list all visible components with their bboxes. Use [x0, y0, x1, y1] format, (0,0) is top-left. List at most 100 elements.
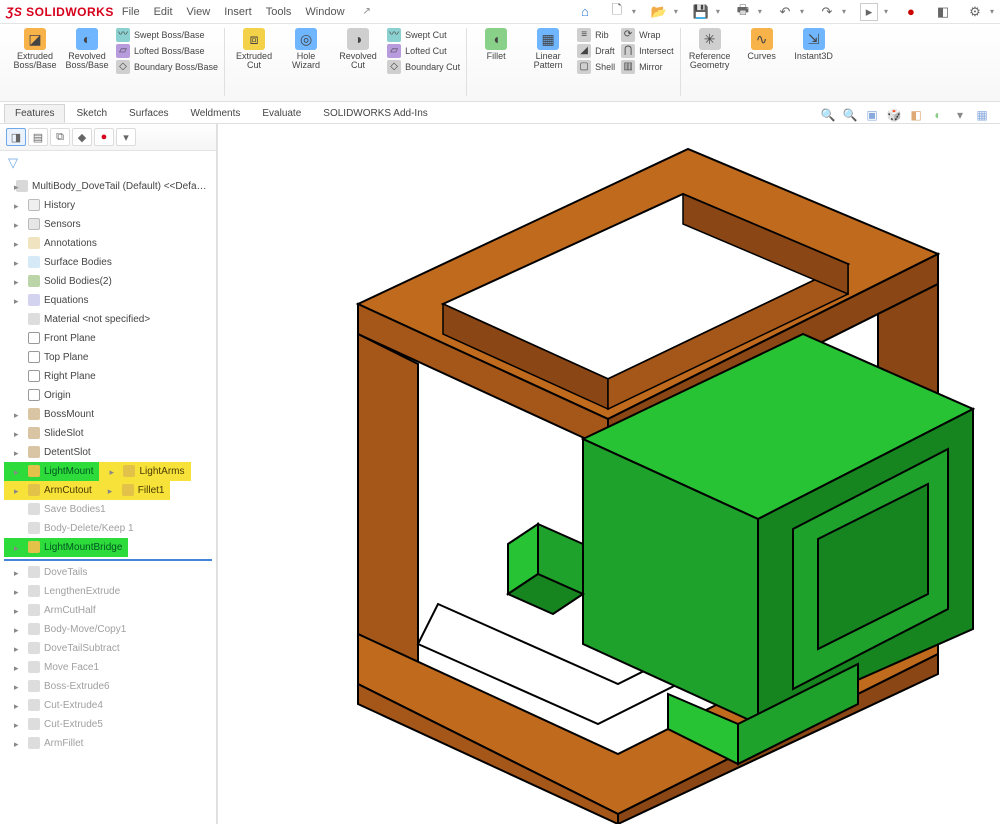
- tree-item[interactable]: DoveTailSubtract: [4, 639, 212, 658]
- extruded-cut-button[interactable]: ⧈Extruded Cut: [231, 28, 277, 71]
- reference-geometry-button[interactable]: ✳Reference Geometry: [687, 28, 733, 71]
- lofted-boss-button[interactable]: ▱Lofted Boss/Base: [116, 44, 218, 58]
- draft-button[interactable]: ◢Draft: [577, 44, 615, 58]
- tab-addins[interactable]: SOLIDWORKS Add-Ins: [312, 104, 438, 123]
- revolved-cut-button[interactable]: ◑Revolved Cut: [335, 28, 381, 71]
- tree-item-icon: [28, 218, 40, 230]
- tree-item[interactable]: Save Bodies1: [4, 500, 212, 519]
- tree-filter[interactable]: ▽: [0, 151, 216, 175]
- appearance-icon[interactable]: ▾: [952, 107, 968, 123]
- tree-item[interactable]: BossMount: [4, 405, 212, 424]
- undo-icon[interactable]: ↶: [776, 3, 794, 21]
- swept-boss-button[interactable]: 〰Swept Boss/Base: [116, 28, 218, 42]
- scene-icon[interactable]: ▦: [974, 107, 990, 123]
- tree-item[interactable]: LightMountBridge: [4, 538, 128, 557]
- tab-sketch[interactable]: Sketch: [65, 104, 118, 123]
- display-manager-tab[interactable]: ●: [94, 128, 114, 146]
- options-icon[interactable]: ◧: [934, 3, 952, 21]
- tree-item[interactable]: Boss-Extrude6: [4, 677, 212, 696]
- tab-weldments[interactable]: Weldments: [180, 104, 252, 123]
- tree-item[interactable]: LengthenExtrude: [4, 582, 212, 601]
- zoom-area-icon[interactable]: 🔍: [842, 107, 858, 123]
- graphics-viewport[interactable]: [218, 124, 1000, 824]
- tree-item[interactable]: SlideSlot: [4, 424, 212, 443]
- section-icon[interactable]: ▣: [864, 107, 880, 123]
- record-icon[interactable]: ●: [902, 3, 920, 21]
- tree-item[interactable]: DoveTails: [4, 563, 212, 582]
- boundary-boss-button[interactable]: ◇Boundary Boss/Base: [116, 60, 218, 74]
- tree-item[interactable]: LightMount: [4, 462, 99, 481]
- boundary-cut-button[interactable]: ◇Boundary Cut: [387, 60, 460, 74]
- tree-item[interactable]: Top Plane: [4, 348, 212, 367]
- view-orientation-icon[interactable]: 🎲: [886, 107, 902, 123]
- tree-item[interactable]: Material <not specified>: [4, 310, 212, 329]
- tree-item[interactable]: Front Plane: [4, 329, 212, 348]
- tree-item[interactable]: Cut-Extrude5: [4, 715, 212, 734]
- tree-root[interactable]: MultiBody_DoveTail (Default) <<Defa…: [4, 177, 212, 196]
- mirror-button[interactable]: ▥Mirror: [621, 60, 674, 74]
- tree-item-icon: [28, 465, 40, 477]
- home-icon[interactable]: ⌂: [576, 3, 594, 21]
- lofted-cut-button[interactable]: ▱Lofted Cut: [387, 44, 460, 58]
- tree-item[interactable]: Body-Move/Copy1: [4, 620, 212, 639]
- tree-item[interactable]: ArmFillet: [4, 734, 212, 753]
- wrap-button[interactable]: ⟳Wrap: [621, 28, 674, 42]
- manager-dropdown[interactable]: ▾: [116, 128, 136, 146]
- tree-item[interactable]: Move Face1: [4, 658, 212, 677]
- rollback-bar[interactable]: [4, 559, 212, 561]
- tree-item[interactable]: Body-Delete/Keep 1: [4, 519, 212, 538]
- hide-show-icon[interactable]: ◐: [930, 107, 946, 123]
- menu-view[interactable]: View: [187, 6, 211, 18]
- tree-item[interactable]: Cut-Extrude4: [4, 696, 212, 715]
- configuration-manager-tab[interactable]: ⧉: [50, 128, 70, 146]
- menu-tools[interactable]: Tools: [266, 6, 292, 18]
- instant3d-button[interactable]: ⇲Instant3D: [791, 28, 837, 61]
- tree-item[interactable]: Origin: [4, 386, 212, 405]
- tree-item[interactable]: Fillet1: [98, 481, 171, 500]
- tree-item[interactable]: Equations: [4, 291, 212, 310]
- menu-file[interactable]: File: [122, 6, 140, 18]
- save-icon[interactable]: 💾: [692, 3, 710, 21]
- open-icon[interactable]: 📂: [650, 3, 668, 21]
- rebuild-icon[interactable]: ▸: [860, 3, 878, 21]
- intersect-button[interactable]: ⋂Intersect: [621, 44, 674, 58]
- menu-window[interactable]: Window: [305, 6, 344, 18]
- redo-icon[interactable]: ↷: [818, 3, 836, 21]
- swept-cut-button[interactable]: 〰Swept Cut: [387, 28, 460, 42]
- settings-icon[interactable]: ⚙: [966, 3, 984, 21]
- tree-item[interactable]: History: [4, 196, 212, 215]
- new-icon[interactable]: 🗋: [608, 3, 626, 21]
- shell-button[interactable]: ▢Shell: [577, 60, 615, 74]
- dimxpert-tab[interactable]: ◆: [72, 128, 92, 146]
- linear-pattern-button[interactable]: ▦Linear Pattern: [525, 28, 571, 71]
- tab-features[interactable]: Features: [4, 104, 65, 123]
- tree-item-icon: [28, 256, 40, 268]
- tree-item[interactable]: LightArms: [99, 462, 190, 481]
- tree-item-icon: [28, 541, 40, 553]
- revolved-boss-button[interactable]: ◐Revolved Boss/Base: [64, 28, 110, 71]
- menu-insert[interactable]: Insert: [224, 6, 252, 18]
- print-icon[interactable]: 🖶: [734, 3, 752, 21]
- tree-item[interactable]: Annotations: [4, 234, 212, 253]
- curves-button[interactable]: ∿Curves: [739, 28, 785, 61]
- tree-item-icon: [28, 332, 40, 344]
- tree-item[interactable]: ArmCutHalf: [4, 601, 212, 620]
- tab-evaluate[interactable]: Evaluate: [251, 104, 312, 123]
- fillet-button[interactable]: ◖Fillet: [473, 28, 519, 61]
- feature-tree-tab[interactable]: ◨: [6, 128, 26, 146]
- tree-item[interactable]: DetentSlot: [4, 443, 212, 462]
- menu-edit[interactable]: Edit: [154, 6, 173, 18]
- tree-item[interactable]: ArmCutout: [4, 481, 98, 500]
- property-manager-tab[interactable]: ▤: [28, 128, 48, 146]
- tree-item[interactable]: Sensors: [4, 215, 212, 234]
- tree-item[interactable]: Surface Bodies: [4, 253, 212, 272]
- tree-item[interactable]: Right Plane: [4, 367, 212, 386]
- tab-surfaces[interactable]: Surfaces: [118, 104, 179, 123]
- hole-wizard-button[interactable]: ◎Hole Wizard: [283, 28, 329, 71]
- tree-item[interactable]: Solid Bodies(2): [4, 272, 212, 291]
- zoom-icon[interactable]: 🔍: [820, 107, 836, 123]
- extruded-boss-button[interactable]: ◪Extruded Boss/Base: [12, 28, 58, 71]
- menu-expand-icon[interactable]: ↗: [363, 6, 371, 18]
- display-style-icon[interactable]: ◧: [908, 107, 924, 123]
- rib-button[interactable]: ≡Rib: [577, 28, 615, 42]
